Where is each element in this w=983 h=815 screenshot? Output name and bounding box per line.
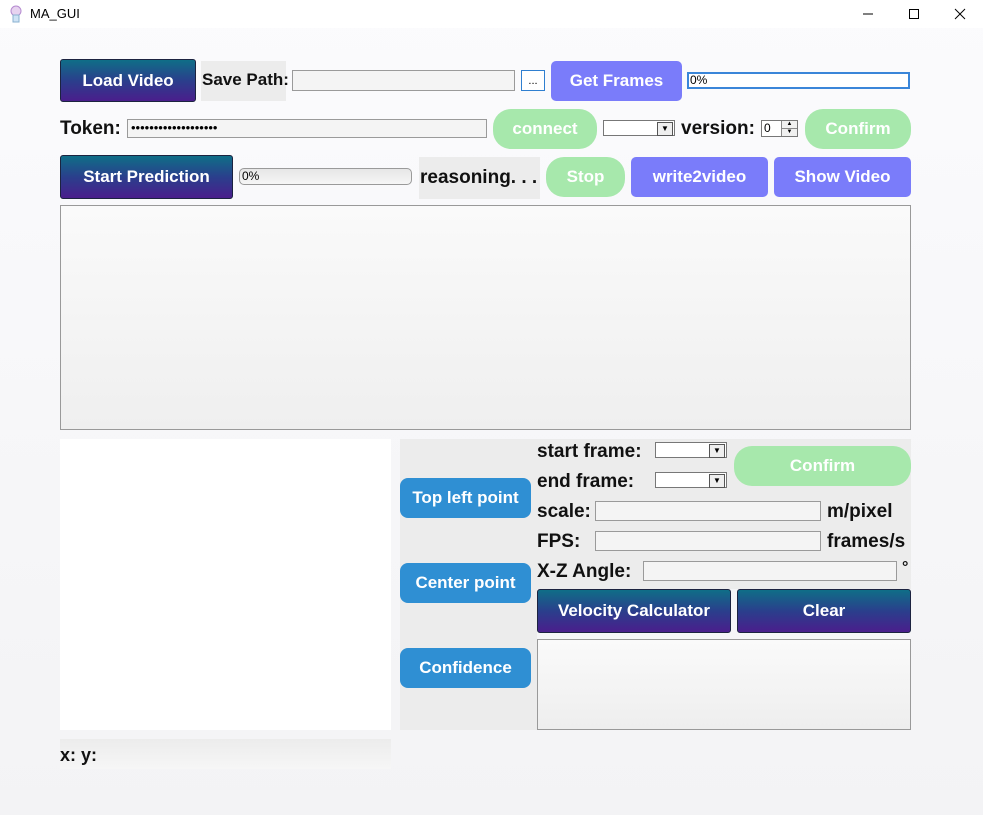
angle-unit: ° bbox=[902, 559, 909, 576]
token-input[interactable]: ••••••••••••••••••• bbox=[127, 119, 487, 138]
frames-progress-bar: 0% bbox=[687, 72, 910, 89]
coords-label: x: y: bbox=[60, 745, 98, 765]
chevron-down-icon: ▼ bbox=[657, 122, 673, 136]
clear-button[interactable]: Clear bbox=[737, 589, 911, 633]
chevron-down-icon: ▼ bbox=[709, 444, 725, 458]
scale-unit: m/pixel bbox=[827, 501, 893, 522]
window-title: MA_GUI bbox=[30, 6, 80, 21]
title-bar bbox=[0, 0, 983, 28]
token-label: Token: bbox=[60, 118, 121, 139]
show-video-button[interactable]: Show Video bbox=[774, 157, 911, 197]
version-value: 0 bbox=[764, 121, 771, 135]
fps-unit: frames/s bbox=[827, 531, 906, 552]
start-prediction-button[interactable]: Start Prediction bbox=[60, 155, 233, 199]
fps-input[interactable] bbox=[595, 531, 821, 551]
browse-button[interactable]: ... bbox=[521, 70, 545, 91]
velocity-calculator-button[interactable]: Velocity Calculator bbox=[537, 589, 731, 633]
center-point-button[interactable]: Center point bbox=[400, 563, 531, 603]
maximize-icon bbox=[909, 9, 919, 19]
minimize-button[interactable] bbox=[845, 0, 891, 28]
log-output-area[interactable] bbox=[60, 205, 911, 430]
fps-label: FPS: bbox=[537, 531, 581, 552]
connect-button[interactable]: connect bbox=[493, 109, 597, 149]
end-frame-select[interactable]: ▼ bbox=[655, 472, 727, 488]
result-output-area[interactable] bbox=[537, 639, 911, 730]
status-label: reasoning. . . bbox=[420, 167, 538, 188]
save-path-input[interactable] bbox=[292, 70, 515, 91]
write2video-button[interactable]: write2video bbox=[631, 157, 768, 197]
get-frames-button[interactable]: Get Frames bbox=[551, 61, 682, 101]
scale-label: scale: bbox=[537, 501, 591, 522]
model-select[interactable]: ▼ bbox=[603, 120, 675, 136]
coords-bar bbox=[60, 739, 391, 769]
start-frame-select[interactable]: ▼ bbox=[655, 442, 727, 458]
token-confirm-button[interactable]: Confirm bbox=[805, 109, 911, 149]
maximize-button[interactable] bbox=[891, 0, 937, 28]
confidence-button[interactable]: Confidence bbox=[400, 648, 531, 688]
chevron-down-icon: ▼ bbox=[709, 474, 725, 488]
close-icon bbox=[954, 8, 966, 20]
minimize-icon bbox=[863, 13, 873, 15]
spin-up-icon[interactable]: ▲ bbox=[781, 121, 797, 129]
spin-down-icon[interactable]: ▼ bbox=[781, 129, 797, 136]
version-label: version: bbox=[681, 118, 755, 139]
angle-input[interactable] bbox=[643, 561, 897, 581]
scale-input[interactable] bbox=[595, 501, 821, 521]
version-spinbox[interactable]: 0 ▲ ▼ bbox=[761, 120, 798, 137]
load-video-button[interactable]: Load Video bbox=[60, 59, 196, 102]
top-left-point-button[interactable]: Top left point bbox=[400, 478, 531, 518]
frame-confirm-button[interactable]: Confirm bbox=[734, 446, 911, 486]
prediction-progress-bar: 0% bbox=[239, 168, 412, 185]
angle-label: X-Z Angle: bbox=[537, 561, 632, 582]
save-path-label: Save Path: bbox=[202, 70, 289, 89]
end-frame-label: end frame: bbox=[537, 471, 635, 492]
stop-button[interactable]: Stop bbox=[546, 157, 625, 197]
app-icon bbox=[8, 5, 24, 23]
close-button[interactable] bbox=[937, 0, 983, 28]
video-preview[interactable] bbox=[60, 439, 391, 730]
start-frame-label: start frame: bbox=[537, 441, 642, 462]
